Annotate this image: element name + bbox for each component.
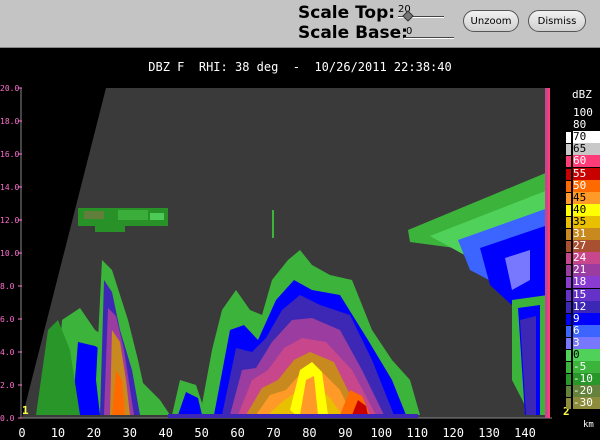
legend-swatch [566, 313, 571, 325]
x-tick-label: 70 [266, 426, 281, 440]
x-tick-label: 30 [122, 426, 138, 440]
legend-entry: 6 [566, 324, 600, 337]
legend-swatch [566, 265, 571, 277]
legend-entry: 40 [566, 203, 600, 216]
x-tick-label: 90 [338, 426, 353, 440]
legend-entry: 18 [566, 276, 600, 289]
legend-swatch [566, 337, 571, 349]
x-tick-label: 80 [302, 426, 317, 440]
y-tick-label: 20.0 [0, 84, 20, 93]
y-tick-label: 18.0 [0, 117, 20, 126]
legend-label: 15 [573, 288, 600, 301]
legend-entry: 12 [566, 300, 600, 313]
legend-swatch [566, 168, 571, 180]
legend-label: 18 [573, 276, 600, 289]
x-tick-label: 120 [442, 426, 464, 440]
y-tick-label: 10.0 [0, 249, 20, 258]
legend-swatch [566, 398, 571, 410]
y-tick-label: 8.0 [0, 282, 15, 291]
x-tick-label: 140 [514, 426, 536, 440]
legend-swatch [566, 277, 571, 289]
legend-entry: 55 [566, 167, 600, 180]
legend-swatch [566, 350, 571, 361]
legend-swatch [566, 144, 571, 156]
legend-label: 12 [573, 300, 600, 313]
scale-base-value: 0 [406, 26, 413, 37]
legend-label: 60 [573, 155, 600, 168]
y-tick-label: 14.0 [0, 183, 20, 192]
x-tick-label: 10 [50, 426, 66, 440]
legend-entry: 60 [566, 155, 600, 168]
legend-swatch [566, 253, 571, 265]
legend-swatch [566, 192, 571, 204]
legend-swatch [566, 374, 571, 386]
x-tick-label: 20 [86, 426, 102, 440]
x-tick-label: 130 [478, 426, 500, 440]
legend-label: 6 [573, 324, 600, 337]
y-tick-label: 4.0 [0, 348, 15, 357]
dismiss-button[interactable]: Dismiss [528, 10, 586, 32]
legend-swatch [566, 156, 571, 168]
legend-swatch [566, 180, 571, 192]
y-tick-label: 2.0 [0, 381, 15, 390]
x-axis-unit: km [583, 420, 594, 430]
legend-swatch [566, 204, 571, 216]
legend-label: -30 [573, 397, 600, 410]
unzoom-button[interactable]: Unzoom [463, 10, 519, 32]
y-tick-label: 6.0 [0, 315, 15, 324]
legend-swatch [566, 289, 571, 301]
scale-top-label: Scale Top: [298, 3, 396, 23]
corner-marker-left: 1 [22, 404, 29, 417]
x-tick-label: 100 [370, 426, 393, 440]
legend-swatch [566, 301, 571, 313]
x-tick-label: 40 [158, 426, 173, 440]
y-tick-label: 12.0 [0, 216, 20, 225]
x-tick-label: 110 [406, 426, 429, 440]
legend-swatch [566, 325, 571, 337]
scale-base-slider[interactable] [404, 37, 454, 39]
x-tick-label: 50 [194, 426, 209, 440]
plot-title: DBZ F RHI: 38 deg - 10/26/2011 22:38:40 [148, 60, 452, 74]
legend-entry: 45 [566, 191, 600, 204]
legend-swatch [566, 386, 571, 398]
scale-base-label: Scale Base: [298, 23, 408, 43]
legend-swatch [566, 216, 571, 228]
x-tick-label: 0 [18, 426, 26, 440]
legend-label: 55 [573, 167, 600, 180]
radar-rhi-image[interactable] [0, 80, 600, 440]
legend-entry: -30 [566, 397, 600, 410]
legend-entry: 9 [566, 312, 600, 325]
legend-label: 9 [573, 312, 600, 325]
legend-label: 45 [573, 191, 600, 204]
legend-entry: 15 [566, 288, 600, 301]
legend-swatch [566, 120, 571, 132]
control-bar: Scale Top: 20 Scale Base: 0 Unzoom Dismi… [0, 0, 600, 48]
y-tick-label: 0.0 [0, 414, 15, 423]
legend-swatch [566, 132, 571, 144]
legend-swatch [566, 362, 571, 374]
legend-label: 50 [573, 179, 600, 192]
legend-swatch [566, 108, 571, 119]
legend-swatch [566, 241, 571, 253]
legend-entry: 3 [566, 336, 600, 349]
legend-label: 40 [573, 203, 600, 216]
legend-swatch [566, 229, 571, 240]
legend-entry: 50 [566, 179, 600, 192]
x-tick-label: 60 [230, 426, 245, 440]
y-tick-label: 16.0 [0, 150, 20, 159]
legend-title: dBZ [572, 88, 592, 101]
